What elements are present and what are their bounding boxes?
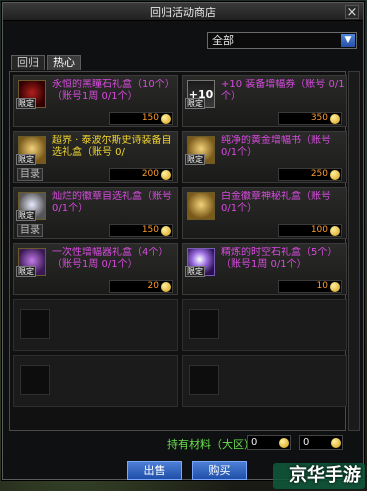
item-price: 20	[109, 280, 173, 293]
item-panel: 限定 永恒的黑瞳石礼盒（10个）（账号1周 0/1个） 150 +10 限定 +…	[9, 71, 347, 431]
price-value: 100	[310, 225, 328, 235]
item-price: 10	[278, 280, 342, 293]
filter-row: 全部 ▼	[3, 21, 363, 49]
empty-icon-slot	[189, 309, 219, 339]
sell-button[interactable]: 出售	[127, 461, 182, 480]
coin-icon	[279, 438, 289, 448]
empty-item-slot	[13, 299, 178, 351]
limited-badge: 限定	[16, 210, 36, 221]
empty-item-slot	[182, 299, 347, 351]
materials-label: 持有材料（大区）:	[167, 438, 259, 451]
window-title: 回归活动商店	[150, 5, 216, 19]
materials-row: 持有材料（大区）: 0 0	[9, 435, 359, 453]
shop-item[interactable]: 限定 纯净的黄金增幅书（账号 0/1个） 250	[182, 131, 347, 183]
shop-item[interactable]: 限定 永恒的黑瞳石礼盒（10个）（账号1周 0/1个） 150	[13, 75, 178, 127]
shop-item[interactable]: 限定 一次性增幅器礼盒（4个）（账号1周 0/1个） 20	[13, 243, 178, 295]
coin-icon	[161, 226, 171, 236]
item-price: 100	[278, 224, 342, 237]
tab-bar: 回归 热心	[11, 55, 81, 70]
catalog-button[interactable]: 目录	[17, 168, 43, 181]
category-select[interactable]: 全部 ▼	[207, 32, 357, 49]
item-name: 白金徽章神秘礼盒（账号 0/1个）	[221, 191, 331, 214]
limited-badge: 限定	[185, 154, 205, 165]
coin-icon	[330, 282, 340, 292]
material-count-b: 0	[299, 435, 343, 450]
coin-icon	[330, 114, 340, 124]
item-price: 250	[278, 168, 342, 181]
coin-icon	[331, 438, 341, 448]
price-value: 150	[141, 113, 159, 123]
coin-icon	[161, 282, 171, 292]
titlebar: 回归活动商店 ×	[3, 3, 363, 21]
scrollbar[interactable]	[348, 71, 360, 431]
tab-hot[interactable]: 热心	[47, 55, 81, 70]
price-value: 250	[310, 169, 328, 179]
item-price: 150	[109, 112, 173, 125]
price-value: 200	[141, 169, 159, 179]
empty-item-slot	[182, 355, 347, 407]
item-price: 350	[278, 112, 342, 125]
watermark-text: 京华手游	[289, 465, 361, 486]
item-name: 精炼的时空石礼盒（5个）（账号1周 0/1个）	[221, 247, 338, 270]
limited-badge: 限定	[16, 266, 36, 277]
shop-item[interactable]: +10 限定 +10 装备增幅券（账号 0/1个） 350	[182, 75, 347, 127]
limited-badge: 限定	[185, 266, 205, 277]
shop-item[interactable]: 白金徽章神秘礼盒（账号 0/1个） 100	[182, 187, 347, 239]
empty-icon-slot	[189, 365, 219, 395]
material-value-a: 0	[251, 437, 258, 448]
shop-item[interactable]: 限定 目录 超界 · 泰波尔斯史诗装备自选礼盒（账号 0/ 200	[13, 131, 178, 183]
limited-badge: 限定	[16, 98, 36, 109]
item-name: 永恒的黑瞳石礼盒（10个）（账号1周 0/1个）	[52, 79, 175, 102]
shop-item[interactable]: 限定 精炼的时空石礼盒（5个）（账号1周 0/1个） 10	[182, 243, 347, 295]
item-name: 一次性增幅器礼盒（4个）（账号1周 0/1个）	[52, 247, 169, 270]
item-price: 200	[109, 168, 173, 181]
category-select-value: 全部	[212, 34, 234, 47]
limited-badge: 限定	[185, 98, 205, 109]
coin-icon	[330, 170, 340, 180]
item-name: 灿烂的徽章自选礼盒（账号 0/1个）	[52, 191, 172, 214]
material-value-b: 0	[303, 437, 310, 448]
item-name: 纯净的黄金增幅书（账号 0/1个）	[221, 135, 331, 158]
buy-button[interactable]: 购买	[192, 461, 247, 480]
empty-icon-slot	[20, 365, 50, 395]
item-name: 超界 · 泰波尔斯史诗装备自选礼盒（账号 0/	[52, 135, 172, 158]
limited-badge: 限定	[16, 154, 36, 165]
item-grid: 限定 永恒的黑瞳石礼盒（10个）（账号1周 0/1个） 150 +10 限定 +…	[13, 75, 347, 407]
chevron-down-icon[interactable]: ▼	[341, 34, 355, 47]
item-price: 150	[109, 224, 173, 237]
price-value: 10	[316, 281, 328, 291]
action-buttons: 出售 购买	[127, 461, 247, 480]
coin-icon	[161, 170, 171, 180]
price-value: 20	[147, 281, 159, 291]
coin-icon	[161, 114, 171, 124]
material-count-a: 0	[247, 435, 291, 450]
close-button[interactable]: ×	[345, 5, 359, 19]
shop-item[interactable]: 限定 目录 灿烂的徽章自选礼盒（账号 0/1个） 150	[13, 187, 178, 239]
coin-icon	[330, 226, 340, 236]
shop-window: 回归活动商店 × 全部 ▼ 回归 热心 限定 永恒的黑瞳石礼盒（10个）（账号1…	[2, 2, 364, 480]
tab-return[interactable]: 回归	[11, 55, 45, 70]
empty-item-slot	[13, 355, 178, 407]
empty-icon-slot	[20, 309, 50, 339]
catalog-button[interactable]: 目录	[17, 224, 43, 237]
platinum-emblem-box-icon	[187, 192, 215, 220]
price-value: 350	[310, 113, 328, 123]
item-name: +10 装备增幅券（账号 0/1个）	[221, 79, 345, 102]
price-value: 150	[141, 225, 159, 235]
